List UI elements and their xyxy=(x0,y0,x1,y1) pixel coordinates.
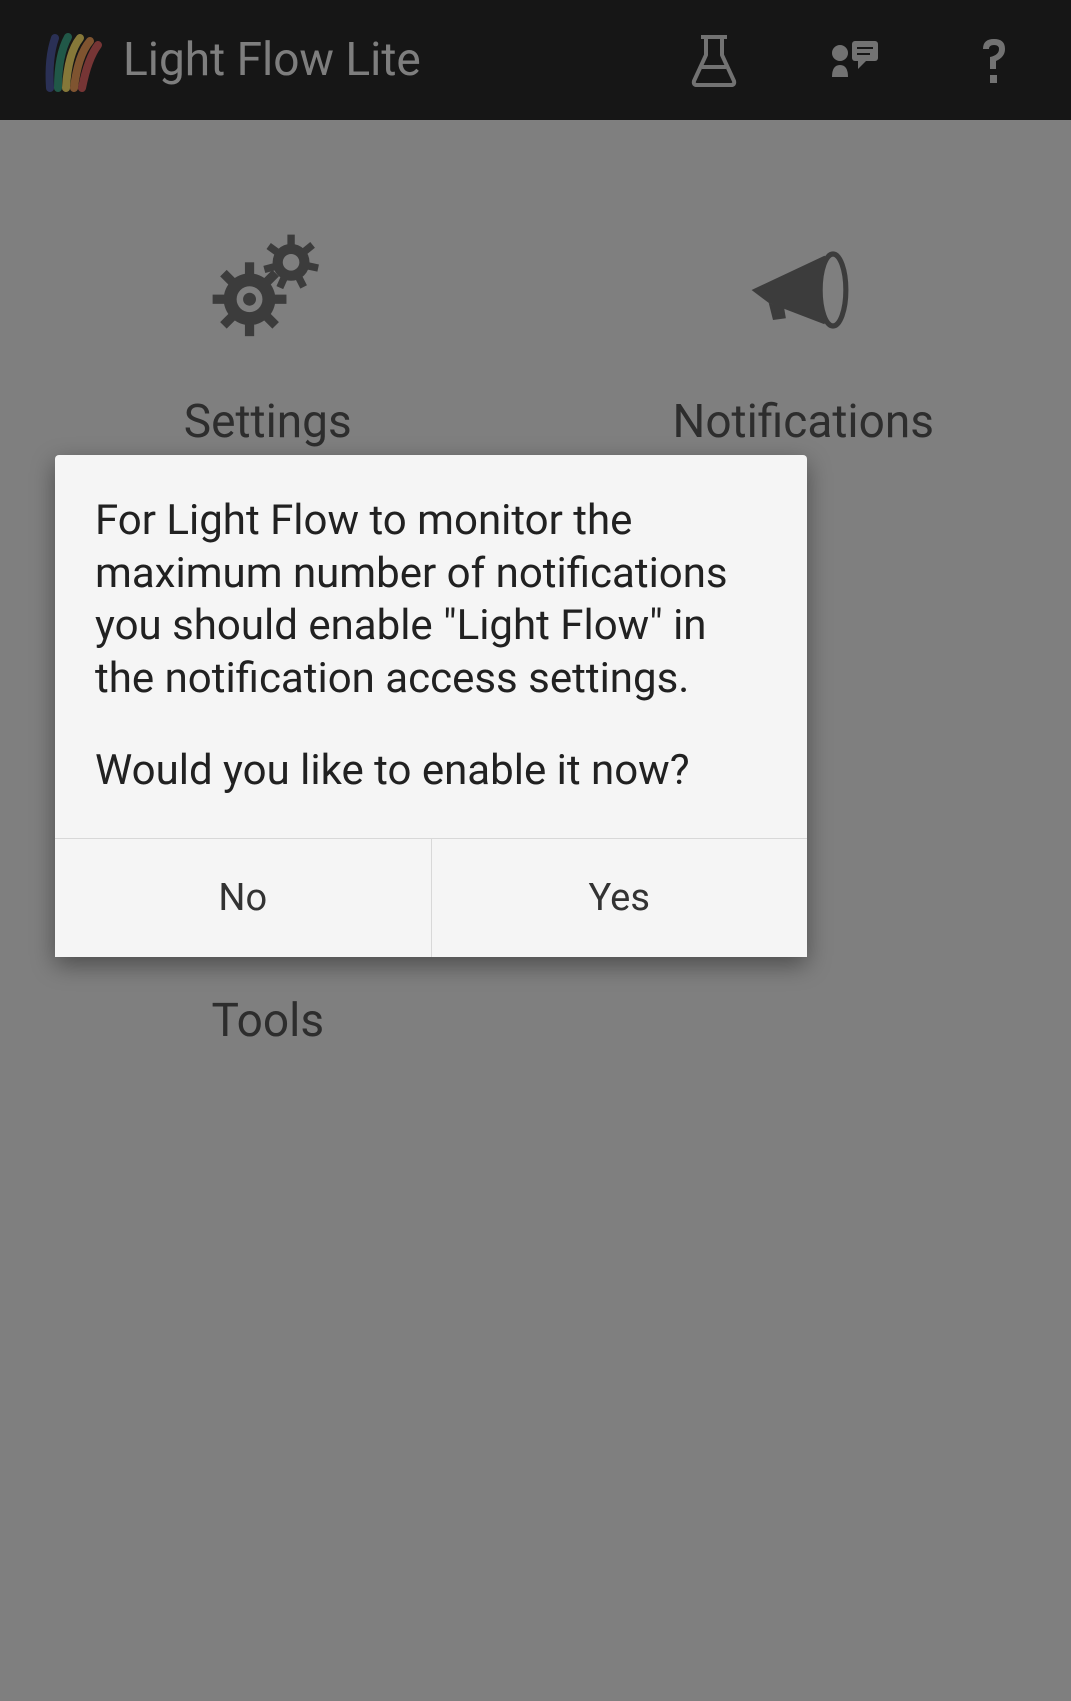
dialog-message-2: Would you like to enable it now? xyxy=(95,745,767,798)
dialog-message: For Light Flow to monitor the maximum nu… xyxy=(55,455,807,838)
dialog-button-row: No Yes xyxy=(55,838,807,957)
dialog-message-1: For Light Flow to monitor the maximum nu… xyxy=(95,495,767,705)
yes-button[interactable]: Yes xyxy=(432,839,808,957)
enable-access-dialog: For Light Flow to monitor the maximum nu… xyxy=(55,455,807,957)
no-button[interactable]: No xyxy=(55,839,432,957)
